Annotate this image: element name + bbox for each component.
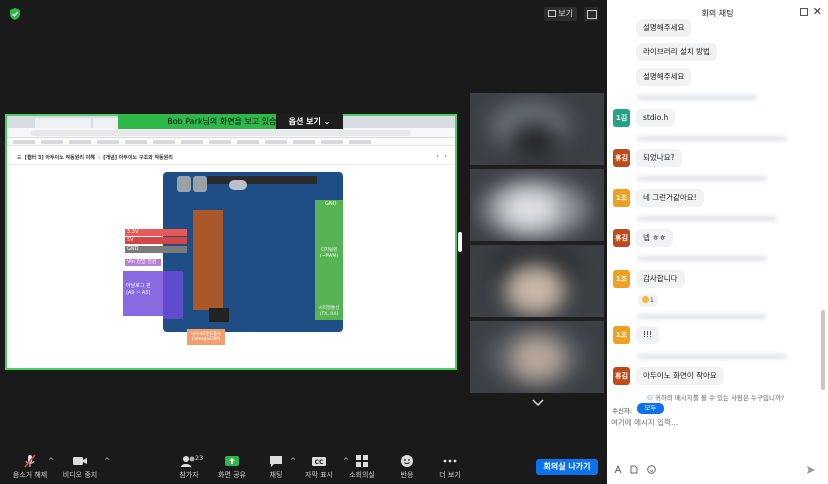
pin-label-5v: 5V xyxy=(125,237,187,244)
file-attach-icon[interactable] xyxy=(629,465,638,474)
avatar: 1김 xyxy=(613,109,630,127)
chat-input[interactable] xyxy=(611,416,811,428)
blurred-sender xyxy=(637,136,787,141)
muted-mic-icon xyxy=(24,454,36,468)
chat-message: 되었나요? xyxy=(636,149,682,167)
people-icon: ⚇ xyxy=(647,394,653,402)
avatar: 1조 xyxy=(613,326,630,344)
participant-tile[interactable] xyxy=(470,321,604,393)
pin-label-gnd: GND xyxy=(125,246,187,253)
more-dots-icon xyxy=(443,459,457,463)
digital-pin-label: 디지털핀 (~PWM) xyxy=(319,248,339,259)
participant-tile[interactable] xyxy=(470,169,604,241)
chat-scrollbar[interactable] xyxy=(821,310,825,390)
chat-panel: 회의 채팅 ✕ 설명해주세요 라이브러리 설치 방법 설명해주세요 1김 std… xyxy=(607,0,828,484)
analog-pin-highlight xyxy=(163,271,183,319)
crystal xyxy=(229,180,247,190)
pin-label-vin: Vin 전압 전원 xyxy=(125,259,161,266)
grid-view-icon xyxy=(548,10,557,17)
strip-resize-handle[interactable] xyxy=(458,232,462,252)
avatar: 1조 xyxy=(613,270,630,288)
icsp-connector xyxy=(209,308,229,322)
capacitor xyxy=(177,176,191,192)
digital-pin-highlight xyxy=(315,200,343,320)
chat-message: stdio.h xyxy=(636,109,676,127)
participant-tile[interactable] xyxy=(470,245,604,317)
browser-bookmarks xyxy=(7,138,455,146)
blurred-sender xyxy=(637,256,767,261)
browser-tab xyxy=(35,118,91,128)
blurred-sender xyxy=(637,95,757,100)
popout-icon[interactable] xyxy=(800,8,808,16)
avatar: 휴김 xyxy=(613,229,630,247)
breakout-grid-icon xyxy=(356,455,368,467)
reaction-chip[interactable]: 1 xyxy=(638,294,658,307)
browser-urlbar xyxy=(7,128,455,138)
chat-message: 아두이노 화면이 작아요 xyxy=(636,367,724,385)
view-button[interactable]: 보기 xyxy=(544,7,577,21)
visibility-note[interactable]: ⚇ 귀하의 메시지를 볼 수 있는 사람은 누구입니까? xyxy=(647,392,784,402)
chat-message: 설명해주세요 xyxy=(636,68,692,86)
participants-count: 23 xyxy=(195,454,204,462)
avatar: 1조 xyxy=(613,189,630,207)
page-nav-arrows: ‹ › xyxy=(436,153,447,160)
smiley-add-icon xyxy=(401,455,413,467)
serial-pin-label: 시리얼통신 (TX, RX) xyxy=(318,306,340,317)
participant-tile[interactable] xyxy=(470,93,604,165)
recipient-label: 수신자: xyxy=(612,407,633,415)
chat-message: !!! xyxy=(636,326,660,344)
stop-video-button[interactable]: 비디오 중지 ^ xyxy=(52,454,110,482)
meeting-toolbar: 음소거 해제 ^ 비디오 중지 ^ 참가자 23 화면 공유 채팅 ^ CC 자… xyxy=(0,449,607,484)
chat-message: 설명해주세요 xyxy=(636,19,692,37)
leave-meeting-button[interactable]: 회의실 나가기 xyxy=(536,459,598,475)
shield-icon[interactable] xyxy=(9,8,21,20)
avatar: 휴김 xyxy=(613,367,630,385)
microcontroller-chip xyxy=(193,210,223,310)
participant-strip xyxy=(470,93,604,393)
chat-message: 감사합니다 xyxy=(636,270,685,288)
blurred-sender xyxy=(637,176,767,181)
chat-message: 라이브러리 설치 방법 xyxy=(636,43,717,61)
pin-label-3v3: 3.3V xyxy=(125,229,187,236)
fullscreen-button[interactable] xyxy=(584,7,598,21)
breadcrumb-chapter: [챕터 3] 아두이노 작동원리 이해 xyxy=(24,155,95,161)
pin-label-gnd-right: GND xyxy=(325,201,337,207)
view-options-button[interactable]: 옵션 보기 ⌄ xyxy=(276,114,343,129)
share-screen-icon xyxy=(225,456,239,466)
chat-message: 네 그런거같아요! xyxy=(636,189,704,207)
format-text-icon[interactable] xyxy=(614,465,623,474)
blurred-sender xyxy=(637,314,767,319)
video-camera-icon xyxy=(73,457,87,465)
atmega-label: 마이크로컨트롤러 (Atmega328P) xyxy=(187,329,225,345)
clap-emoji-icon xyxy=(642,296,649,303)
close-icon[interactable]: ✕ xyxy=(813,5,822,18)
breadcrumb-lesson: [개념] 아두이노 구조와 작동원리 xyxy=(103,155,173,161)
chat-message: 넵 ㅎㅎ xyxy=(636,229,674,247)
breadcrumb: ☰ [챕터 3] 아두이노 작동원리 이해 › [개념] 아두이노 구조와 작동… xyxy=(17,155,173,161)
blurred-sender xyxy=(637,216,777,221)
cc-icon: CC xyxy=(312,457,326,466)
send-icon[interactable] xyxy=(806,465,816,475)
analog-pin-label: 아날로그 핀 (A0 ~ A5) xyxy=(123,271,163,316)
avatar: 휴김 xyxy=(613,149,630,167)
blurred-sender xyxy=(637,354,787,359)
chat-bubble-icon xyxy=(270,456,282,467)
more-button[interactable]: 더 보기 xyxy=(422,454,478,482)
chevron-down-icon[interactable] xyxy=(532,398,544,408)
unmute-button[interactable]: 음소거 해제 ^ xyxy=(2,454,58,482)
capacitor xyxy=(193,176,207,192)
meeting-area: 보기 ☰ [챕터 3] 아두이노 작동원리 이해 › [개념] 아두이노 구조와… xyxy=(0,0,607,484)
caret-up-icon[interactable]: ^ xyxy=(104,457,110,465)
svg-text:CC: CC xyxy=(315,459,324,466)
board-header xyxy=(207,176,317,184)
emoji-icon[interactable] xyxy=(647,465,656,474)
chat-title: 회의 채팅 xyxy=(701,9,734,18)
recipient-dropdown[interactable]: 모두 xyxy=(637,403,664,414)
view-label: 보기 xyxy=(558,9,573,18)
shared-screen[interactable]: ☰ [챕터 3] 아두이노 작동원리 이해 › [개념] 아두이노 구조와 작동… xyxy=(5,114,457,370)
